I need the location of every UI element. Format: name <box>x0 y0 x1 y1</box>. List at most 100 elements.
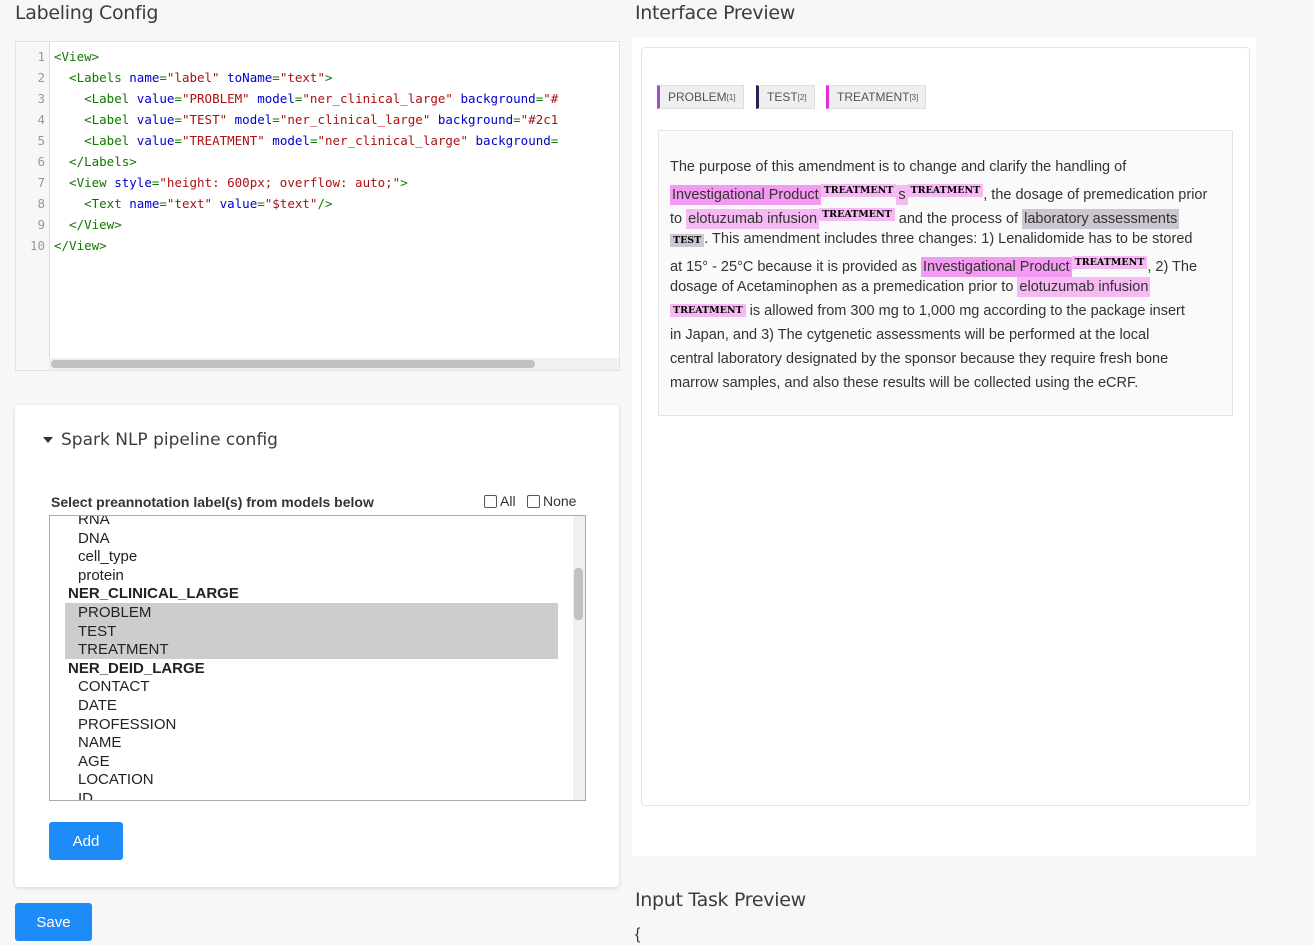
entity-tag: TREATMENT <box>1071 256 1148 269</box>
horizontal-scrollbar[interactable] <box>49 358 619 370</box>
input-task-preview-title: Input Task Preview <box>635 889 806 911</box>
code-line: <Label value="TEST" model="ner_clinical_… <box>54 112 559 127</box>
plain-text: marrow samples, and also these results w… <box>670 375 1139 391</box>
preview-card: PROBLEM [1] TEST [2] TREATMENT [3] The purpos… <box>641 47 1250 806</box>
select-all-checkbox[interactable]: All <box>484 493 516 509</box>
text-line: to elotuzumab infusion TREATMENT and the … <box>670 203 1180 229</box>
vertical-scrollbar[interactable] <box>573 516 585 800</box>
code-editor[interactable]: 1 2 3 4 5 6 7 8 9 10 <View> <Labels name="label" … <box>15 41 620 371</box>
label-option[interactable]: cell_type <box>78 547 137 566</box>
label-hotkey: [1] <box>726 92 736 102</box>
plain-text: , 2) The <box>1147 258 1198 275</box>
label-hotkey: [3] <box>909 92 919 102</box>
label-option[interactable]: CONTACT <box>78 677 149 696</box>
label-option[interactable]: AGE <box>78 752 110 771</box>
text-line: Investigational Product TREATMENT s TREATME… <box>670 179 1208 205</box>
spark-config-header: Spark NLP pipeline config <box>61 430 278 450</box>
code-line: </View> <box>54 217 122 232</box>
label-button-treatment[interactable]: TREATMENT [3] <box>826 85 927 109</box>
labeling-config-title: Labeling Config <box>15 2 159 24</box>
save-button[interactable]: Save <box>15 903 92 941</box>
entity-span[interactable]: Investigational Product <box>920 256 1072 277</box>
plain-text: dosage of Acetaminophen as a premedicati… <box>670 279 1018 295</box>
entity-tag: TREATMENT <box>820 184 897 197</box>
line-number: 8 <box>37 196 45 211</box>
entity-span[interactable]: laboratory assessments <box>1022 208 1180 229</box>
label-button-test[interactable]: TEST [2] <box>756 85 815 109</box>
text-line: TREATMENT is allowed from 300 mg to 1,00… <box>670 299 1185 323</box>
entity-tag: TREATMENT <box>819 208 895 221</box>
text-line: in Japan, and 3) The cytgenetic assessme… <box>670 323 1149 347</box>
entity-tag: TREATMENT <box>670 304 746 317</box>
entity-span[interactable]: s <box>896 184 908 205</box>
scrollbar-thumb[interactable] <box>51 360 535 368</box>
line-number: 4 <box>37 112 45 127</box>
entity-tag: TEST <box>670 234 705 247</box>
entity-span[interactable]: elotuzumab infusion <box>686 208 820 229</box>
label-option[interactable]: PROFESSION <box>78 715 176 734</box>
plain-text: . This amendment includes three changes:… <box>704 231 1193 247</box>
select-none-checkbox[interactable]: None <box>527 493 576 509</box>
entity-span[interactable]: Investigational Product <box>670 184 821 205</box>
code-line: <Label value="PROBLEM" model="ner_clinic… <box>54 91 559 106</box>
label-option[interactable]: RNA <box>78 516 110 529</box>
text-line: The purpose of this amendment is to chan… <box>670 155 1126 179</box>
text-line: dosage of Acetaminophen as a premedicati… <box>670 275 1151 299</box>
label-option[interactable]: NAME <box>78 733 121 752</box>
spark-config-toggle[interactable]: Spark NLP pipeline config <box>43 430 278 450</box>
plain-text: central laboratory designated by the spo… <box>670 351 1169 367</box>
line-number: 3 <box>37 91 45 106</box>
text-line: TEST. This amendment includes three chan… <box>670 227 1192 251</box>
label-button-problem[interactable]: PROBLEM [1] <box>657 85 744 109</box>
line-number: 10 <box>29 238 45 253</box>
label-hotkey: [2] <box>797 92 807 102</box>
scrollbar-thumb[interactable] <box>574 568 583 620</box>
add-button[interactable]: Add <box>49 822 123 860</box>
checkbox-icon <box>527 494 540 508</box>
preannotation-select-label: Select preannotation label(s) from model… <box>51 494 374 510</box>
line-number: 1 <box>37 49 45 64</box>
spark-nlp-panel: Spark NLP pipeline config Select preanno… <box>15 405 619 887</box>
plain-text: , the dosage of premedication prior <box>983 186 1208 203</box>
label-option[interactable]: protein <box>78 566 124 585</box>
label-option[interactable]: DNA <box>78 529 110 548</box>
plain-text: at 15° - 25°C because it is provided as <box>670 258 921 275</box>
label-name: TREATMENT <box>837 90 910 104</box>
label-multiselect[interactable]: RNA DNA cell_type protein NER_CLINICAL_LARGE… <box>49 515 586 801</box>
line-number: 7 <box>37 175 45 190</box>
text-line: at 15° - 25°C because it is provided as … <box>670 251 1198 277</box>
code-line: <Label value="TREATMENT" model="ner_clin… <box>54 133 559 148</box>
line-number: 6 <box>37 154 45 169</box>
option-group-label: NER_CLINICAL_LARGE <box>68 585 239 603</box>
select-none-label: None <box>543 493 577 509</box>
code-line: <View> <box>54 49 100 64</box>
entity-tag: TREATMENT <box>907 184 984 197</box>
label-name: PROBLEM <box>668 90 727 104</box>
text-line: central laboratory designated by the spo… <box>670 347 1168 371</box>
line-number: 9 <box>37 217 45 232</box>
text-annotation-area[interactable]: The purpose of this amendment is to chan… <box>658 130 1233 416</box>
plain-text: and the process of <box>894 210 1023 227</box>
code-line: <Labels name="label" toName="text"> <box>54 70 333 85</box>
plain-text: is allowed from 300 mg to 1,000 mg accor… <box>745 303 1185 319</box>
label-option[interactable]: TEST <box>78 622 116 641</box>
plain-text: in Japan, and 3) The cytgenetic assessme… <box>670 327 1150 343</box>
code-line: <Text name="text" value="$text"/> <box>54 196 333 211</box>
line-number-gutter: 1 2 3 4 5 6 7 8 9 10 <box>16 42 50 370</box>
selected-highlight <box>65 621 558 641</box>
code-line: </View> <box>54 238 107 253</box>
label-option[interactable]: TREATMENT <box>78 640 169 659</box>
label-option[interactable]: PROBLEM <box>78 603 151 622</box>
option-group-label: NER_DEID_LARGE <box>68 659 205 677</box>
json-preview-text: { <box>635 926 641 943</box>
entity-span[interactable]: elotuzumab infusion <box>1017 277 1151 297</box>
label-option[interactable]: ID <box>78 789 93 800</box>
code-line: <View style="height: 600px; overflow: au… <box>54 175 408 190</box>
label-option[interactable]: LOCATION <box>78 770 154 789</box>
line-number: 5 <box>37 133 45 148</box>
text-line: marrow samples, and also these results w… <box>670 371 1138 395</box>
select-all-label: All <box>500 493 516 509</box>
checkbox-icon <box>484 494 497 508</box>
label-option[interactable]: DATE <box>78 696 117 715</box>
plain-text: The purpose of this amendment is to chan… <box>670 159 1127 175</box>
